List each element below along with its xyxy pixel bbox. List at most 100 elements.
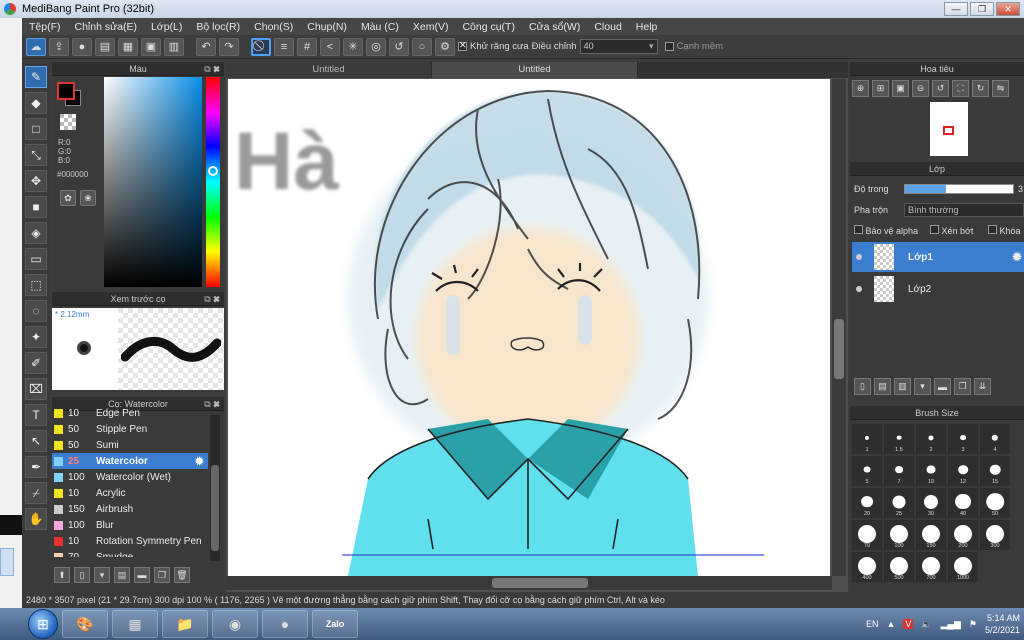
saturation-value-picker[interactable] — [104, 77, 202, 287]
radial-snap-icon[interactable]: < — [320, 37, 340, 56]
menu-help[interactable]: Help — [629, 21, 665, 33]
panel-controls-icon[interactable]: ⧉ ✖ — [204, 62, 220, 76]
rotate-right-icon[interactable]: ↻ — [972, 80, 989, 97]
soft-edge-checkbox[interactable] — [664, 42, 674, 51]
brush-size-option[interactable]: 10 — [916, 456, 946, 486]
clipping-option[interactable]: Xén bớt — [930, 225, 973, 236]
brush-folder-icon[interactable]: ▬ — [134, 567, 150, 583]
brush-size-option[interactable]: 3 — [948, 424, 978, 454]
gradient-tool-icon[interactable]: ▭ — [25, 248, 47, 270]
close-button[interactable]: ✕ — [996, 2, 1020, 16]
new-brush-icon[interactable]: ▯ — [74, 567, 90, 583]
chrome-icon[interactable]: ◉ — [212, 610, 258, 638]
select-rect-tool-icon[interactable]: ⬚ — [25, 274, 47, 296]
brush-size-option[interactable]: 15 — [980, 456, 1010, 486]
eyedropper-tool-icon[interactable]: ⌿ — [25, 482, 47, 504]
brush-item[interactable]: 10 Rotation Symmetry Pen — [52, 533, 208, 549]
brush-item[interactable]: 70 Smudge — [52, 549, 208, 557]
viewport-indicator[interactable] — [943, 126, 954, 135]
windows-start-icon[interactable]: ⊞ — [28, 609, 58, 639]
gear-icon[interactable]: ✹ — [1012, 250, 1022, 264]
brush-size-option[interactable]: 7 — [884, 456, 914, 486]
layer-item-2[interactable]: Lớp2 — [852, 274, 1024, 304]
navigator-thumbnail[interactable] — [930, 102, 968, 156]
dot-tool-icon[interactable]: ⤡ — [25, 144, 47, 166]
operation-tool-icon[interactable]: ↖ — [25, 430, 47, 452]
brush-item[interactable]: 100 Watercolor (Wet) — [52, 469, 208, 485]
new-layer-icon[interactable]: ▯ — [854, 378, 871, 395]
brush-size-option[interactable]: 4 — [980, 424, 1010, 454]
brush-size-option[interactable]: 200 — [948, 520, 978, 550]
undo-icon[interactable]: ↶ — [196, 37, 216, 56]
text-tool-icon[interactable]: T — [25, 404, 47, 426]
brush-size-option[interactable]: 20 — [852, 488, 882, 518]
blend-mode-select[interactable]: Bình thường — [904, 203, 1024, 217]
brush-size-option[interactable]: 500 — [884, 552, 914, 582]
brush-size-option[interactable]: 40 — [948, 488, 978, 518]
zalo-icon[interactable]: Zalo — [312, 610, 358, 638]
correction-select[interactable]: 40 — [579, 39, 658, 54]
delete-brush-icon[interactable]: 🗑 — [174, 567, 190, 583]
gear-icon[interactable]: ✹ — [195, 455, 204, 468]
redo-icon[interactable]: ↷ — [219, 37, 239, 56]
brush-size-option[interactable]: 50 — [980, 488, 1010, 518]
maximize-button[interactable]: ❐ — [970, 2, 994, 16]
volume-icon[interactable]: 🔈 — [921, 619, 932, 630]
network-icon[interactable]: ▂▄▆ — [941, 619, 961, 630]
brush-size-option[interactable]: 1 — [852, 424, 882, 454]
brush-item[interactable]: 50 Sumi — [52, 437, 208, 453]
zoom-fit-icon[interactable]: ⊞ — [872, 80, 889, 97]
panel-icon[interactable]: ▣ — [141, 37, 161, 56]
merge-layer-icon[interactable]: ⇊ — [974, 378, 991, 395]
menu-cloud[interactable]: Cloud — [587, 21, 628, 33]
paint-app-icon[interactable]: 🎨 — [62, 610, 108, 638]
radial-line-icon[interactable]: ✳ — [343, 37, 363, 56]
zoom-out-icon[interactable]: ⊖ — [912, 80, 929, 97]
brush-size-option[interactable]: 150 — [916, 520, 946, 550]
opacity-slider[interactable] — [904, 184, 1014, 194]
document-tab-2[interactable]: Untitled — [432, 62, 638, 78]
document-tab-1[interactable]: Untitled — [226, 62, 432, 78]
canvas-vertical-scrollbar[interactable] — [832, 79, 846, 576]
fullscreen-icon[interactable]: ⛶ — [952, 80, 969, 97]
antialias-toggle[interactable]: Khử răng cưa — [458, 40, 529, 52]
hue-slider-knob[interactable] — [208, 166, 218, 176]
snap-off-icon[interactable]: ⃠ — [251, 37, 271, 56]
shape-tool-icon[interactable]: □ — [25, 118, 47, 140]
drawing-canvas[interactable]: Hà — [228, 79, 830, 576]
brush-menu-icon[interactable]: ⬆ — [54, 567, 70, 583]
menu-snap[interactable]: Chụp(N) — [300, 21, 354, 33]
panel-controls-icon[interactable]: ⧉ ✖ — [204, 292, 220, 306]
brush-size-option[interactable]: 1000 — [948, 552, 978, 582]
brush-item[interactable]: 10 Acrylic — [52, 485, 208, 501]
menu-layer[interactable]: Lớp(L) — [144, 21, 189, 33]
vivaldi-tray-icon[interactable]: V — [903, 619, 914, 629]
brush-item[interactable]: 25 Watercolor ✹ — [52, 453, 208, 469]
tray-expand-icon[interactable]: ▲ — [886, 619, 895, 629]
brush-size-option[interactable]: 30 — [916, 488, 946, 518]
menu-file[interactable]: Tệp(F) — [22, 21, 68, 33]
brush-size-option[interactable]: 12 — [948, 456, 978, 486]
menu-tools[interactable]: Công cụ(T) — [455, 21, 522, 33]
visibility-icon[interactable] — [856, 254, 862, 260]
add-layer-menu-icon[interactable]: ▾ — [914, 378, 931, 395]
grid-snap-icon[interactable]: # — [297, 37, 317, 56]
brush-size-option[interactable]: 400 — [852, 552, 882, 582]
eraser-tool-icon[interactable]: ◆ — [25, 92, 47, 114]
curve-snap-icon[interactable]: ↺ — [389, 37, 409, 56]
lasso-tool-icon[interactable]: ◌ — [25, 300, 47, 322]
clock[interactable]: 5:14 AM 5/2/2021 — [985, 612, 1020, 636]
brush-size-option[interactable]: 100 — [884, 520, 914, 550]
visibility-icon[interactable] — [856, 286, 862, 292]
medibang-taskbar-icon[interactable]: ● — [262, 610, 308, 638]
share-icon[interactable]: ⇪ — [49, 37, 69, 56]
brush-tool-icon[interactable]: ✎ — [25, 66, 47, 88]
menu-filter[interactable]: Bộ lọc(R) — [189, 21, 247, 33]
lock-option[interactable]: Khóa — [988, 225, 1021, 236]
snap-settings-icon[interactable]: ⚙ — [435, 37, 455, 56]
protect-alpha-option[interactable]: Bảo vệ alpha — [854, 225, 918, 236]
layer-folder-icon[interactable]: ▬ — [934, 378, 951, 395]
brush-item[interactable]: 50 Stipple Pen — [52, 421, 208, 437]
language-indicator[interactable]: EN — [866, 619, 879, 629]
rotate-left-icon[interactable]: ↺ — [932, 80, 949, 97]
